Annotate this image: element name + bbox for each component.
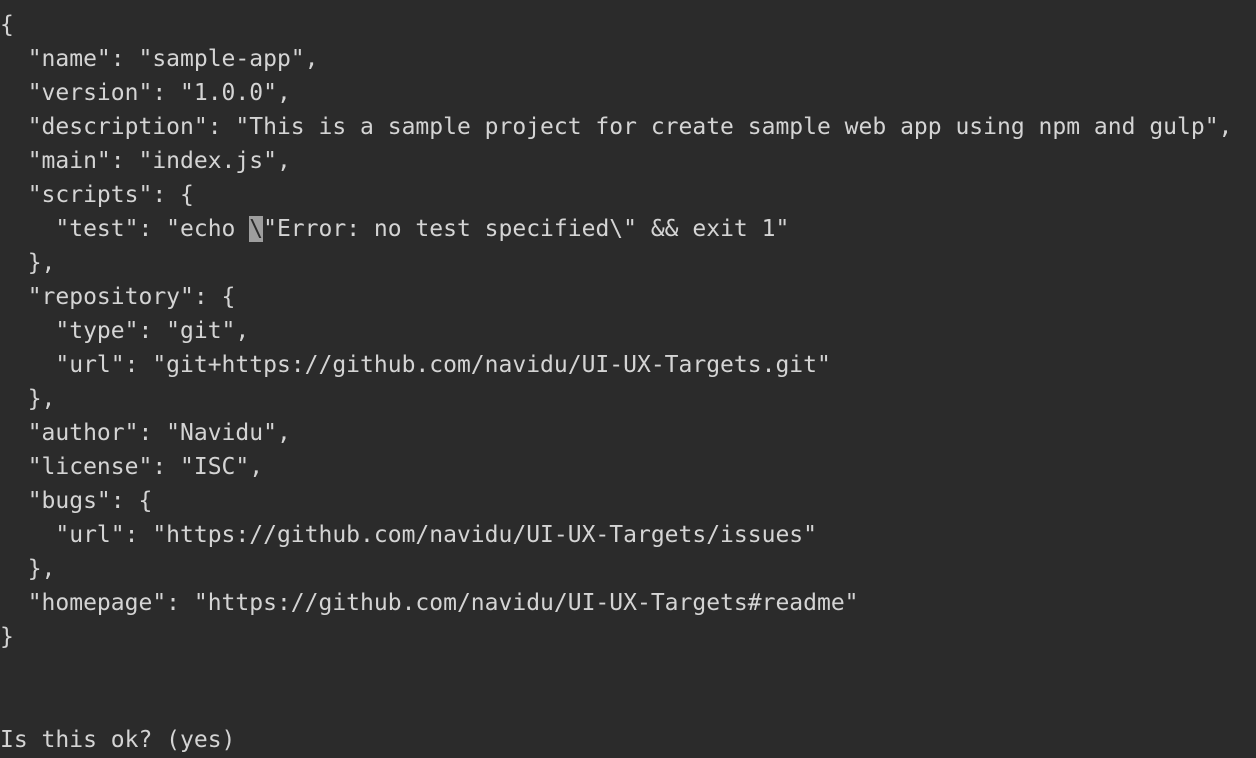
json-line: },: [0, 250, 56, 276]
json-line: "author": "Navidu",: [0, 420, 291, 446]
json-line: "scripts": {: [0, 182, 194, 208]
json-line: "name": "sample-app",: [0, 46, 319, 72]
json-line: "type": "git",: [0, 318, 250, 344]
json-line: "url": "https://github.com/navidu/UI-UX-…: [0, 522, 817, 548]
json-line: "description": "This is a sample project…: [0, 114, 1233, 140]
terminal-window[interactable]: { "name": "sample-app", "version": "1.0.…: [0, 0, 1256, 758]
json-line: "bugs": {: [0, 488, 153, 514]
json-line: "version": "1.0.0",: [0, 80, 291, 106]
json-text: "test": "echo: [0, 216, 250, 242]
json-line: },: [0, 386, 56, 412]
json-line: "main": "index.js",: [0, 148, 291, 174]
confirm-prompt[interactable]: Is this ok? (yes): [0, 723, 235, 757]
text-cursor[interactable]: \: [249, 216, 264, 242]
json-line: "license": "ISC",: [0, 454, 264, 480]
json-line-with-cursor: "test": "echo \"Error: no test specified…: [0, 212, 1232, 246]
json-line: },: [0, 556, 56, 582]
json-line: "homepage": "https://github.com/navidu/U…: [0, 590, 859, 616]
json-line: "url": "git+https://github.com/navidu/UI…: [0, 352, 831, 378]
json-line: }: [0, 624, 14, 650]
json-line: {: [0, 12, 14, 38]
json-text: "Error: no test specified\" && exit 1": [263, 216, 790, 242]
package-json-output: { "name": "sample-app", "version": "1.0.…: [0, 8, 1232, 654]
json-line: "repository": {: [0, 284, 236, 310]
